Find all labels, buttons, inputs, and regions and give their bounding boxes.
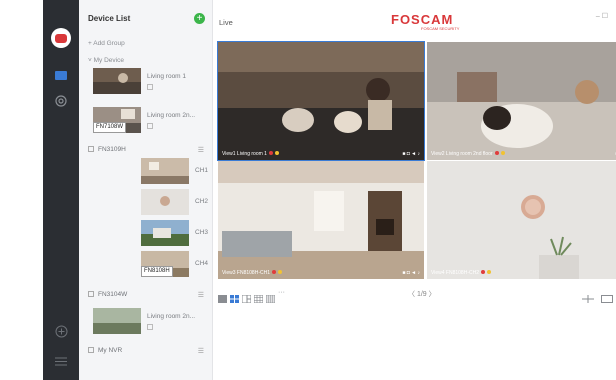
channel-thumbnail [141, 189, 189, 215]
device-checkbox[interactable] [147, 123, 153, 129]
more-layouts-button[interactable]: ··· [278, 289, 292, 297]
add-circle-icon[interactable] [52, 322, 70, 340]
video-tile[interactable]: View3 FN8108H-CH1 ■ ◘ ◄ ♪ [218, 161, 424, 279]
device-name: Living room 2n... [147, 112, 196, 119]
video-tile[interactable]: View1 Living room 1 ■ ◘ ◄ ♪ [217, 41, 425, 161]
tile-caption: View2 Living room 2nd floor [431, 151, 505, 157]
live-view: Live FOSCAM FOSCAM SECURITY – ☐ View1 Li… [213, 0, 616, 380]
live-label: Live [219, 18, 233, 27]
nvr-group[interactable]: My NVR ☰ [88, 347, 204, 359]
tile-caption: View4 FN8108H-CH2 [431, 270, 491, 276]
nvr-checkbox[interactable] [88, 146, 94, 152]
device-item[interactable]: Living room 2n... [93, 308, 205, 334]
ptz-icon[interactable] [582, 290, 594, 303]
video-frame [427, 42, 616, 160]
window-controls[interactable]: – ☐ [596, 12, 608, 20]
nav-rail [43, 0, 79, 380]
foscam-logo-icon [51, 28, 71, 48]
nvr-checkbox[interactable] [88, 347, 94, 353]
device-name: Living room 2n... [147, 313, 196, 320]
channel-name: CH1 [195, 167, 209, 174]
add-device-button[interactable]: + [194, 13, 205, 24]
device-model-badge: FN7108W [93, 122, 127, 133]
channel-item[interactable]: CH3 [141, 220, 208, 246]
device-list-title: Device List [88, 14, 131, 23]
video-frame [218, 161, 424, 279]
my-device-group[interactable]: ˅ My Device [88, 57, 124, 64]
device-checkbox[interactable] [147, 324, 153, 330]
tile-controls[interactable]: ■ ◘ ◄ ♪ [402, 151, 420, 157]
device-checkbox[interactable] [147, 84, 153, 90]
app-window: Device List + + Add Group ˅ My Device Li… [43, 0, 616, 380]
channel-item[interactable]: FN8108H CH4 [141, 251, 208, 277]
layout-4x4-icon[interactable] [265, 290, 276, 304]
channel-item[interactable]: CH1 [141, 158, 208, 184]
channel-name: CH2 [195, 198, 209, 205]
nvr-menu-icon[interactable]: ☰ [198, 291, 204, 299]
nvr-menu-icon[interactable]: ☰ [198, 146, 204, 154]
nvr-name: FN3109H [98, 146, 126, 153]
nvr-group[interactable]: FN3104W ☰ [88, 291, 204, 303]
rail-spacer [52, 68, 70, 86]
device-thumbnail [93, 68, 141, 94]
video-frame [427, 161, 616, 279]
video-frame [218, 42, 424, 160]
tile-controls[interactable]: ■ ◘ ◄ ♪ [402, 270, 420, 276]
settings-icon[interactable] [52, 92, 70, 110]
add-group-link[interactable]: + Add Group [88, 40, 125, 47]
channel-name: CH4 [195, 260, 209, 267]
nvr-menu-icon[interactable]: ☰ [198, 347, 204, 355]
channel-item[interactable]: CH2 [141, 189, 208, 215]
layout-3x3-icon[interactable] [253, 290, 264, 304]
channel-thumbnail: FN8108H [141, 251, 189, 277]
tile-caption: View3 FN8108H-CH1 [222, 270, 282, 276]
nvr-checkbox[interactable] [88, 291, 94, 297]
channel-thumbnail [141, 158, 189, 184]
layout-1plus5-icon[interactable] [241, 290, 252, 304]
nvr-group[interactable]: FN3109H ☰ [88, 146, 204, 158]
video-tile[interactable]: View4 FN8108H-CH2 ■ ◘ [427, 161, 616, 279]
brand-tagline: FOSCAM SECURITY [421, 26, 460, 31]
device-list-panel: Device List + + Add Group ˅ My Device Li… [79, 0, 213, 380]
layout-1x1-icon[interactable] [218, 290, 227, 303]
device-name: Living room 1 [147, 73, 187, 80]
page-navigator[interactable]: 〈 1/9 〉 [408, 289, 436, 299]
channel-model-badge: FN8108H [141, 266, 173, 277]
device-item[interactable]: FN7108W Living room 2n... [93, 107, 205, 133]
fullscreen-icon[interactable] [601, 290, 613, 303]
layout-2x2-icon[interactable] [230, 290, 239, 303]
video-tile[interactable]: View2 Living room 2nd floor ■ ◘ ◄ [427, 42, 616, 160]
tile-caption: View1 Living room 1 [222, 151, 279, 157]
brand-logo: FOSCAM [391, 12, 454, 27]
device-thumbnail [93, 308, 141, 334]
device-thumbnail: FN7108W [93, 107, 141, 133]
nvr-name: My NVR [98, 347, 123, 354]
channel-name: CH3 [195, 229, 209, 236]
device-item[interactable]: Living room 1 [93, 68, 205, 94]
channel-thumbnail [141, 220, 189, 246]
menu-icon[interactable] [52, 352, 70, 370]
nvr-name: FN3104W [98, 291, 128, 298]
